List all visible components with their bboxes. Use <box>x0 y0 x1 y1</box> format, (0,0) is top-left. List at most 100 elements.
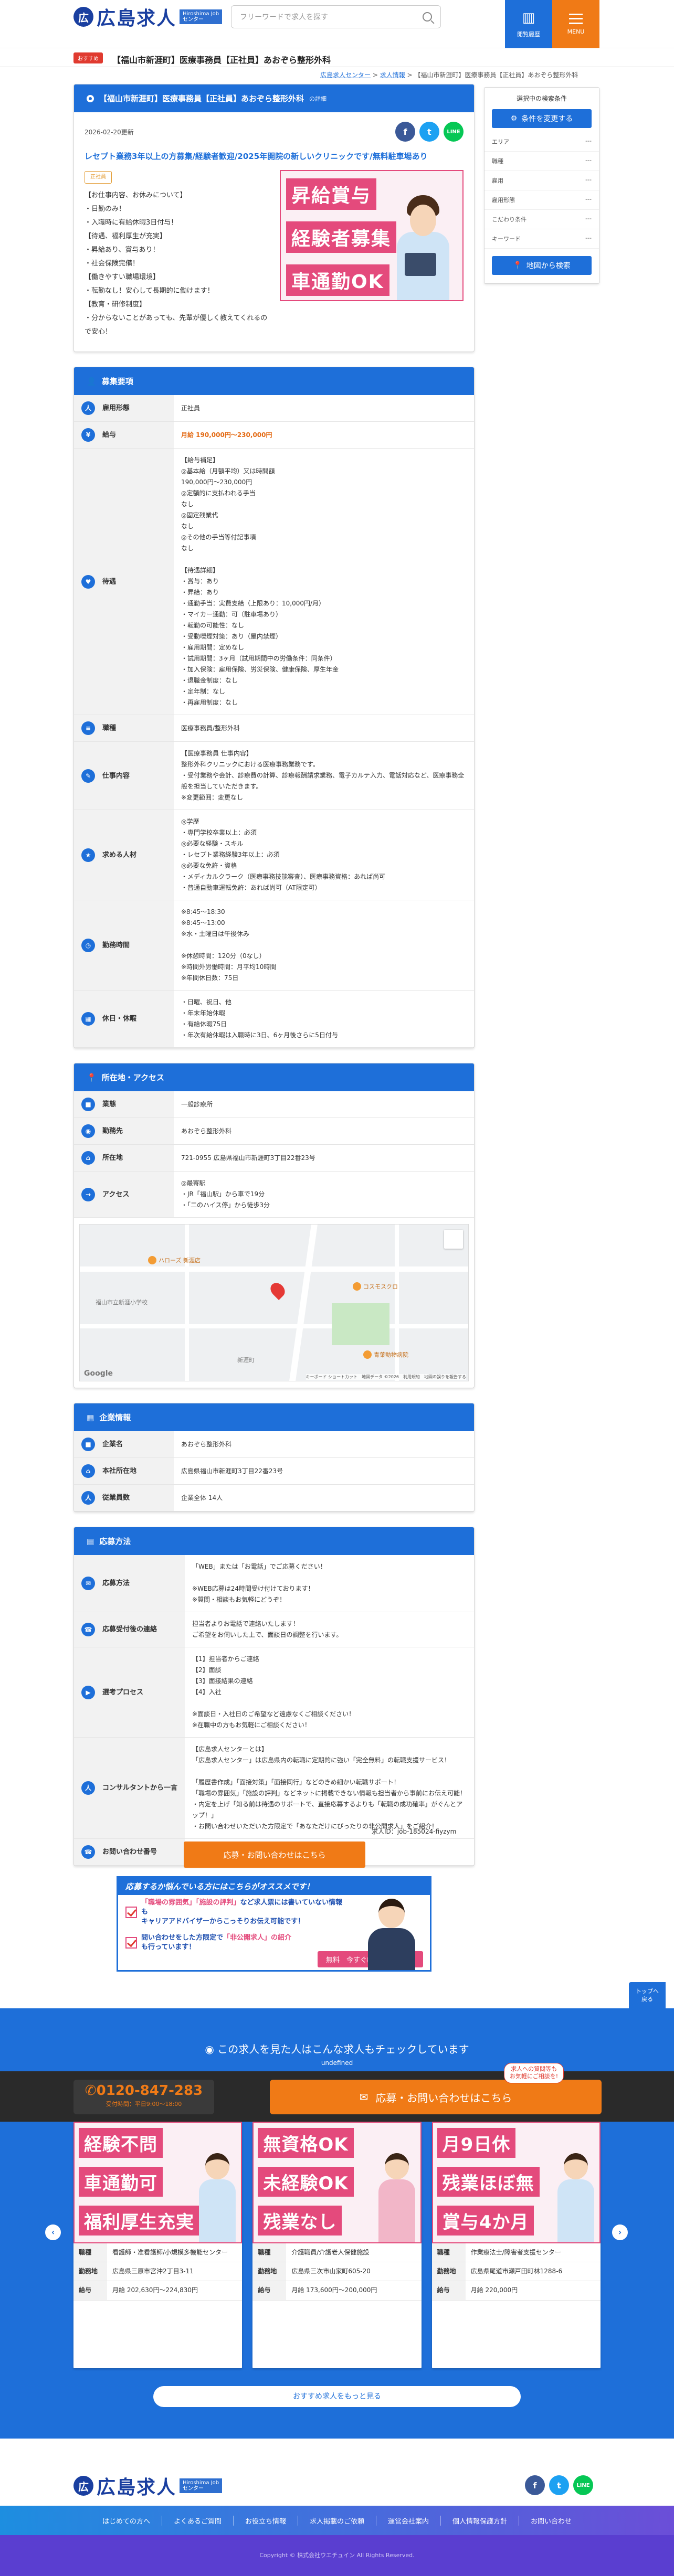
history-button-label: 閲覧履歴 <box>517 31 540 38</box>
logo-sub-line2: センター <box>183 2486 204 2492</box>
job-card-table: 職種 看護師・准看護師/小規模多機能センター 勤務地 広島県三原市宮沖2丁目3-11… <box>73 2243 243 2301</box>
job-card-image: 月9日休 残業ほぼ無 賞与4か月 <box>431 2122 601 2243</box>
more-jobs-button[interactable]: おすすめ求人をもっと見る <box>153 2386 521 2407</box>
company-panel: ▦ 企業情報 ■ 企業名 あおぞら整形外科 ⌂ 本社所在地 広島県福山市新涯町3丁目22… <box>73 1403 475 1512</box>
access-row: ■ 業態 一般診療所 <box>74 1091 474 1118</box>
back-to-top-button[interactable]: トップへ 戻る <box>629 1982 666 2011</box>
apply-cta-button[interactable]: 応募・お問い合わせはこちら <box>184 1841 365 1868</box>
card-label: 職種 <box>431 2243 466 2263</box>
card-tag: 未経験OK <box>258 2167 354 2197</box>
logo-mark-icon: 広 <box>73 2476 93 2496</box>
location-pin-icon: 📍 <box>513 261 522 270</box>
job-card[interactable]: 無資格OK 未経験OK 残業なし 職種 介護職員/介護老人保健施設 勤務地 広島県三… <box>252 2122 422 2368</box>
title-bar: おすすめ 【福山市新涯町】医療事務員【正社員】あおぞら整形外科 <box>0 48 674 67</box>
card-row: 勤務地 広島県三次市山家町605-20 <box>252 2262 422 2282</box>
job-card[interactable]: 経験不問 車通勤可 福利厚生充実 職種 看護師・准看護師/小規模多機能センター 勤… <box>73 2122 243 2368</box>
mail-icon: ✉ <box>359 2091 368 2103</box>
history-button[interactable]: ▥ 閲覧履歴 <box>505 0 552 48</box>
line-icon[interactable]: LINE <box>444 122 464 142</box>
condition-label: 職種 <box>492 158 503 165</box>
search-icon[interactable] <box>423 12 432 22</box>
change-conditions-button[interactable]: ⚙ 条件を変更する <box>492 109 592 128</box>
search-placeholder: フリーワードで求人を探す <box>240 13 328 22</box>
footer-link-listing[interactable]: 求人掲載のご依頼 <box>297 2515 376 2526</box>
card-row: 給与 月給 220,000円 <box>431 2281 601 2301</box>
card-label: 勤務地 <box>73 2262 107 2282</box>
footer-link-beginners[interactable]: はじめての方へ <box>91 2516 162 2526</box>
banner-highlight: 「職場の雰囲気」「施設の評判」 <box>141 1899 240 1907</box>
advisor-banner[interactable]: 応募するか悩んでいる方にはこちらがオススメです！ 「職場の雰囲気」「施設の評判」… <box>117 1876 431 1972</box>
logo-sub-line1: Hiroshima Job <box>183 2480 219 2486</box>
shop-pin-icon <box>148 1256 156 1264</box>
facebook-icon[interactable]: f <box>395 122 415 142</box>
footer-link-company[interactable]: 運営会社案内 <box>376 2515 440 2526</box>
line-icon[interactable]: LINE <box>573 2475 593 2495</box>
footer-link-privacy[interactable]: 個人情報保護方針 <box>440 2515 519 2526</box>
access-title: 📍 所在地・アクセス <box>74 1063 474 1091</box>
phone-cta[interactable]: ✆0120-847-283 受付時間：平日9:00〜18:00 <box>73 2080 214 2114</box>
apply-panel: ▤ 応募方法 ✉ 応募方法 「WEB」または「お電話」でご応募ください！ ※WEB応… <box>73 1527 475 1866</box>
eye-icon: ◉ <box>205 2043 218 2056</box>
banner-text: も行っています！ <box>141 1943 196 1951</box>
phone-icon: ☎ <box>81 1623 95 1636</box>
card-row: 職種 介護職員/介護老人保健施設 <box>252 2243 422 2263</box>
footer-logo[interactable]: 広 広島求人 Hiroshima Job センター <box>73 2472 223 2499</box>
card-value: 看護師・准看護師/小規模多機能センター <box>107 2243 243 2263</box>
card-row: 給与 月給 173,600円〜200,000円 <box>252 2281 422 2301</box>
site-logo[interactable]: 広 広島求人 Hiroshima Job センター <box>73 3 223 30</box>
twitter-icon[interactable]: t <box>419 122 439 142</box>
row-label: アクセス <box>102 1190 130 1198</box>
condition-value: --- <box>585 215 592 222</box>
job-title-sub: の詳細 <box>309 95 327 102</box>
job-card[interactable]: 月9日休 残業ほぼ無 賞与4か月 職種 作業療法士/障害者支援センター 勤務地 広島… <box>431 2122 601 2368</box>
carousel-next-icon[interactable]: › <box>612 2224 628 2240</box>
intro-text: 【お仕事内容、お休みについて】 ・日勤のみ！ ・入職時に有給休暇3日付与！ 【待… <box>85 191 268 336</box>
condition-label: キーワード <box>492 236 521 242</box>
row-value: 企業全体 14人 <box>174 1484 474 1511</box>
condition-value: --- <box>585 157 592 164</box>
carousel-prev-icon[interactable]: ‹ <box>45 2224 61 2240</box>
nurse-illustration-icon <box>199 2153 236 2242</box>
search-conditions-sidebar: 選択中の検索条件 ⚙ 条件を変更する エリア --- 職種 --- 雇用 --- 雇用形… <box>484 87 599 284</box>
card-row: 勤務地 広島県尾道市瀬戸田町林1288-6 <box>431 2262 601 2282</box>
row-label: 待遇 <box>102 578 117 586</box>
search-input[interactable]: フリーワードで求人を探す <box>231 5 441 28</box>
site-footer: 広 広島求人 Hiroshima Job センター f t LINE はじめての方… <box>0 2439 674 2576</box>
facebook-icon[interactable]: f <box>525 2475 545 2495</box>
access-title-text: 所在地・アクセス <box>101 1073 164 1082</box>
card-tag: 残業ほぼ無 <box>437 2167 540 2197</box>
footer-link-faq[interactable]: よくあるご質問 <box>161 2515 233 2526</box>
breadcrumb-jobs[interactable]: 求人情報 <box>380 71 405 79</box>
access-panel: 📍 所在地・アクセス ■ 業態 一般診療所 ◉ 勤務先 あおぞら整形外科 ⌂ 所在地 721… <box>73 1063 475 1388</box>
sticky-apply-button[interactable]: ✉ 応募・お問い合わせはこちら <box>270 2080 602 2114</box>
map-road-label: 新涯町 <box>237 1357 255 1364</box>
map-marker-icon[interactable] <box>267 1280 288 1301</box>
footer-link-tips[interactable]: お役立ち情報 <box>233 2515 298 2526</box>
twitter-icon[interactable]: t <box>549 2475 569 2495</box>
company-table: ■ 企業名 あおぞら整形外科 ⌂ 本社所在地 広島県福山市新涯町3丁目22番23号 人従… <box>74 1431 474 1511</box>
menu-button[interactable]: MENU <box>552 0 599 48</box>
job-card-image: 無資格OK 未経験OK 残業なし <box>252 2122 422 2243</box>
requirements-icon: ★ <box>81 848 95 862</box>
card-tag: 車通勤可 <box>79 2167 163 2197</box>
card-label: 勤務地 <box>252 2262 287 2282</box>
card-row: 給与 月給 202,630円〜224,830円 <box>73 2281 243 2301</box>
access-row: ⌂ 所在地 721-0955 広島県福山市新涯町3丁目22番23号 <box>74 1144 474 1172</box>
main-column: 【福山市新涯町】医療事務員【正社員】あおぞら整形外科 の詳細 2026-02-2… <box>73 84 475 1881</box>
map-search-button[interactable]: 📍 地図から検索 <box>492 256 592 275</box>
footer-link-contact[interactable]: お問い合わせ <box>519 2515 583 2526</box>
google-map[interactable]: ハローズ 新涯店 福山市立新涯小学校 コスモスクロ 青葉動物病院 新涯町 Goo… <box>79 1224 469 1381</box>
breadcrumb-home[interactable]: 広島求人センター <box>320 71 371 79</box>
condition-value: --- <box>585 196 592 203</box>
fullscreen-icon[interactable] <box>444 1230 463 1249</box>
row-value: ・日曜、祝日、他 ・年末年始休暇 ・有給休暇75日 ・年次有給休暇は入職時に3日… <box>174 990 474 1048</box>
row-label: 職種 <box>102 724 117 732</box>
similar-heading-text: この求人を見た人はこんな求人もチェックしています <box>217 2043 469 2056</box>
recruit-row: ★ 求める人材 ◎学歴 ・専門学校卒業以上：必須 ◎必要な経験・スキル ・レセプト業… <box>74 810 474 900</box>
map-attribution[interactable]: キーボード ショートカット 地図データ ©2026 利用規約 地図の誤りを報告す… <box>306 1374 466 1380</box>
banner-row-1: 「職場の雰囲気」「施設の評判」など求人票には書いていない情報も キャリアアドバイザ… <box>118 1895 354 1930</box>
row-value: 担当者よりお電話で連絡いたします！ ご希望をお伺いした上で、面談日の調整を行いま… <box>185 1612 474 1647</box>
banner-row-1-text: 「職場の雰囲気」「施設の評判」など求人票には書いていない情報も キャリアアドバイザ… <box>141 1898 347 1927</box>
footer-social: f t LINE <box>525 2475 593 2495</box>
recruit-row: ¥ 給与 月給 190,000円〜230,000円 <box>74 421 474 449</box>
